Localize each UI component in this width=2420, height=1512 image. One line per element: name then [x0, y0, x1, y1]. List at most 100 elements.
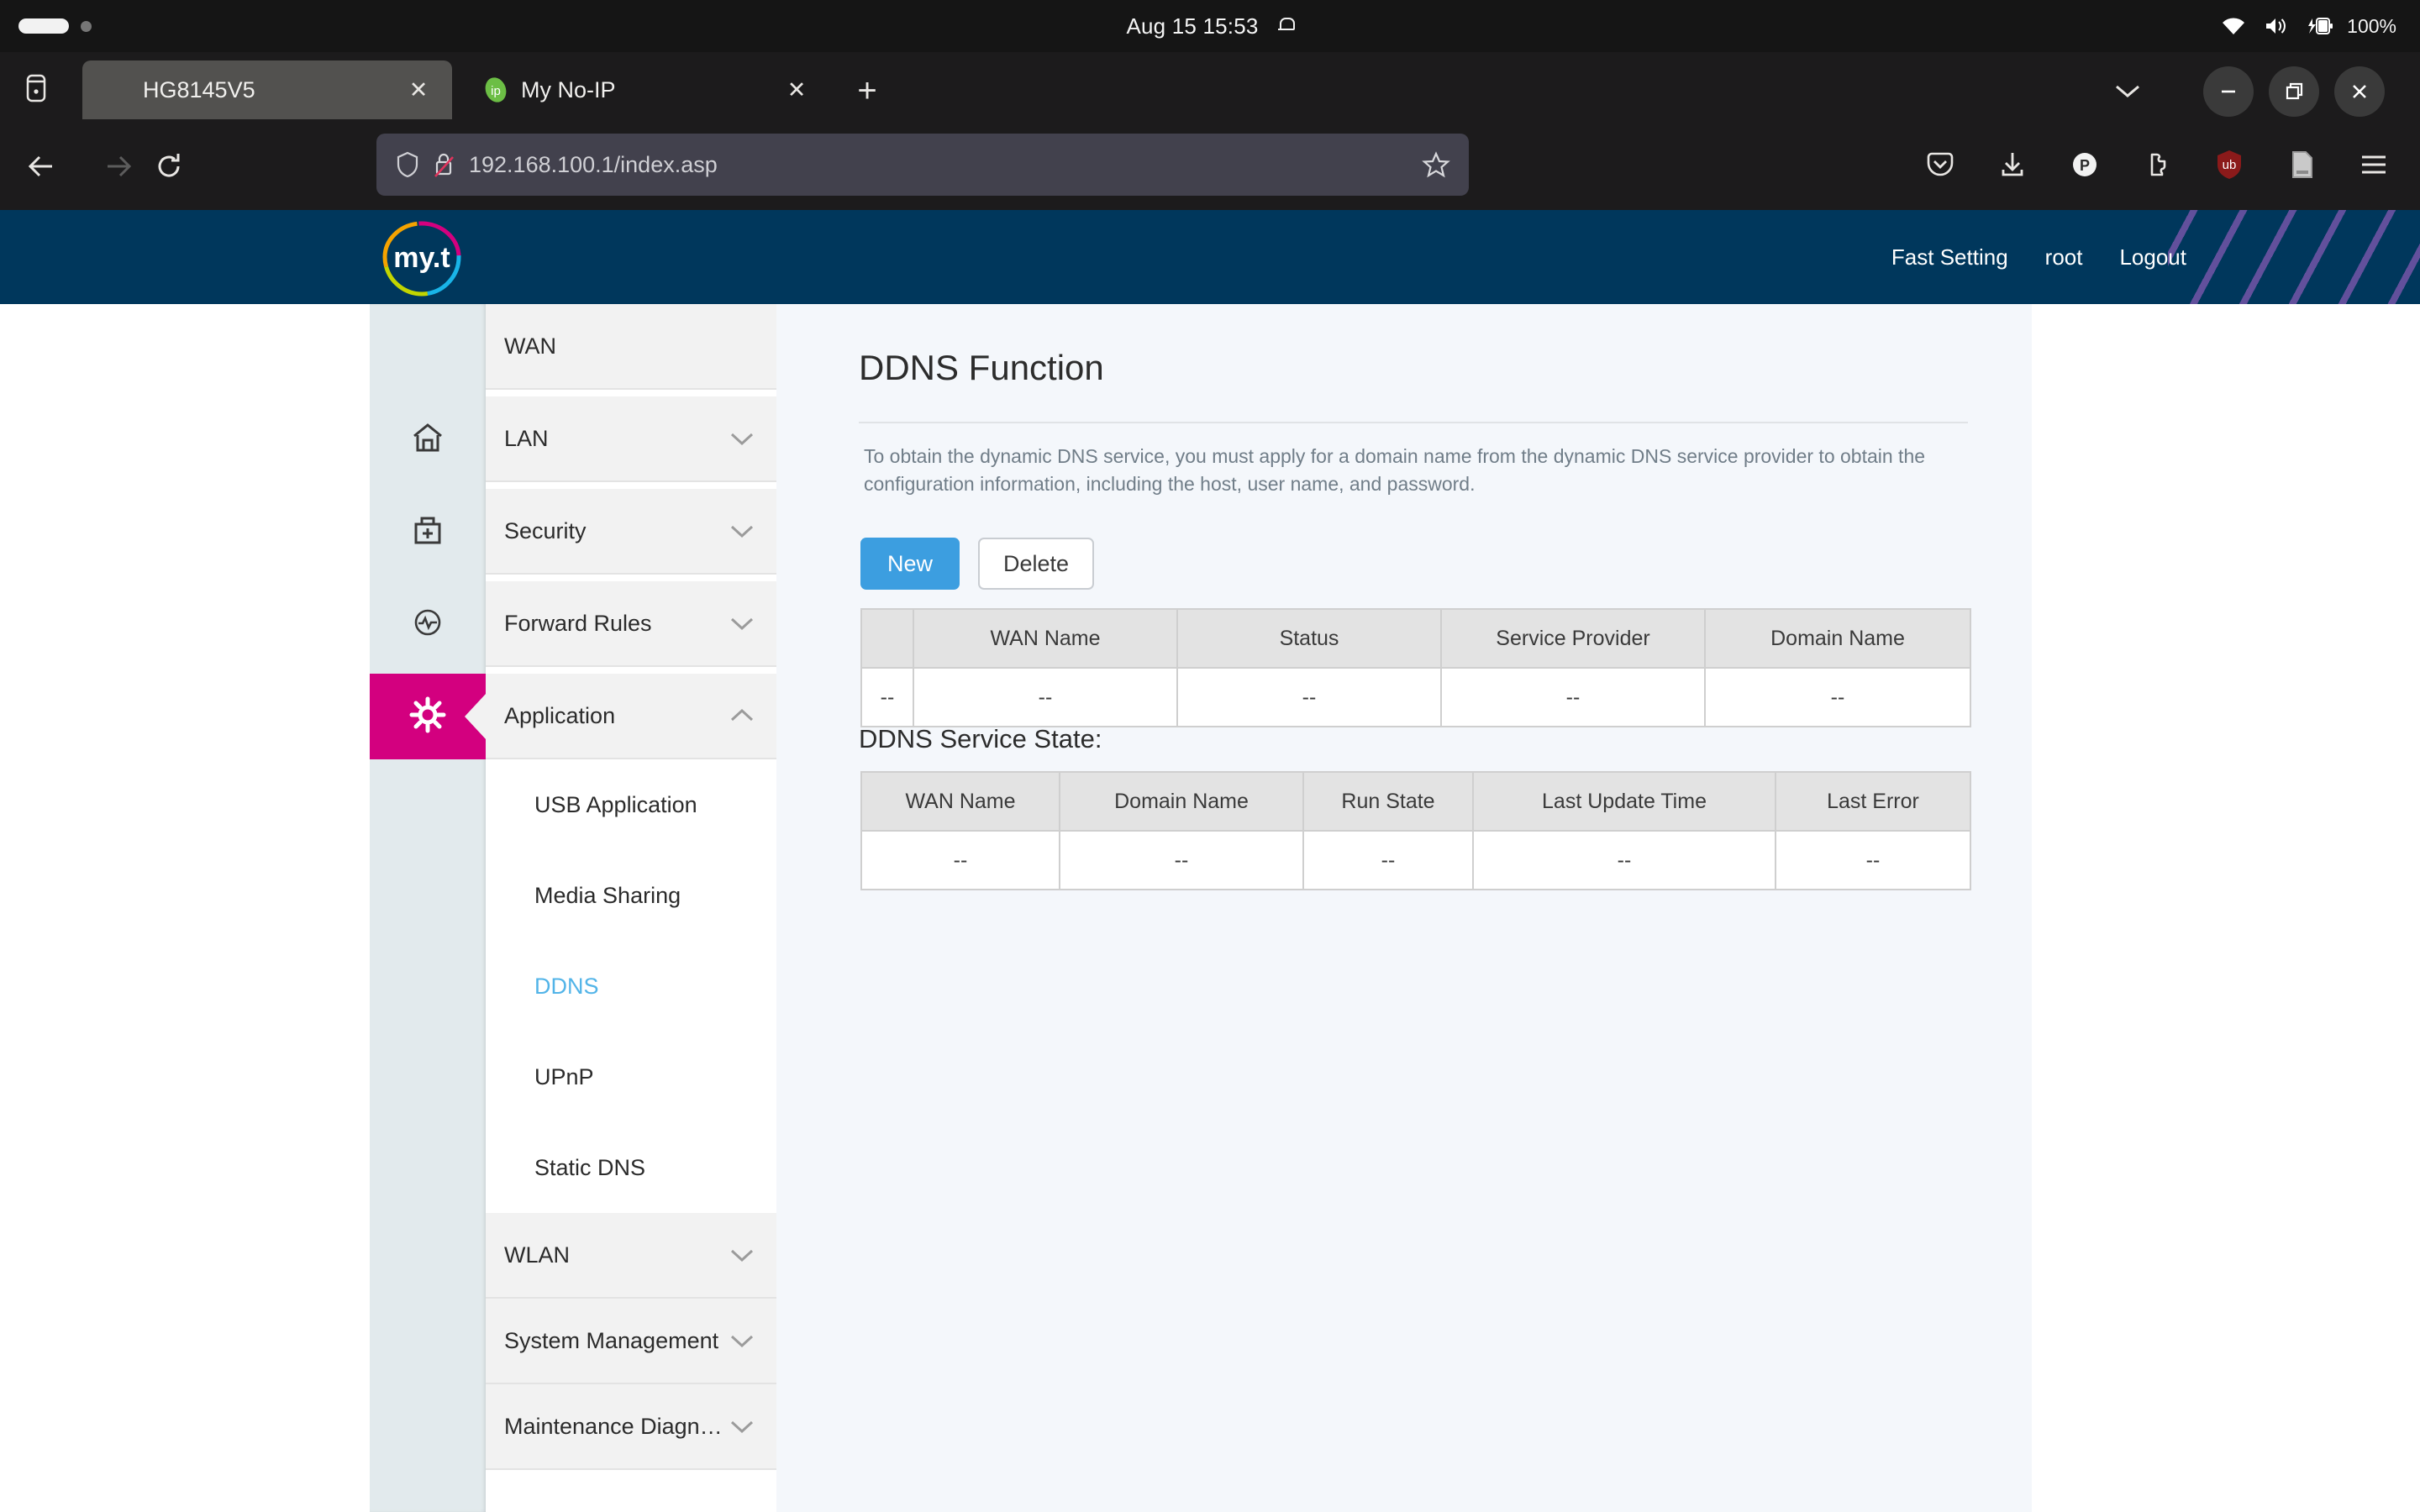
chevron-down-icon [729, 1333, 755, 1348]
title-divider [859, 422, 1968, 423]
lock-warning-icon[interactable] [432, 150, 455, 179]
column-header-service-provider: Service Provider [1440, 608, 1706, 669]
chevron-down-icon [729, 1419, 755, 1434]
header-link-logout[interactable]: Logout [2119, 244, 2186, 270]
extensions-puzzle-icon[interactable] [2136, 144, 2178, 186]
sidebar-icon-cell-forward-rules [370, 581, 486, 667]
sidebar-subitem-label: USB Application [534, 791, 697, 817]
sidebar-item-label: Security [504, 517, 587, 543]
tab-close-icon[interactable]: ✕ [400, 71, 437, 108]
window-maximize-button[interactable] [2269, 66, 2319, 117]
ddns-entries-table: WAN Name Status Service Provider Domain … [860, 608, 1971, 727]
table-header-row: WAN Name Status Service Provider Domain … [860, 608, 1971, 669]
tab-close-icon[interactable]: ✕ [778, 71, 815, 108]
chevron-up-icon [729, 708, 755, 723]
sidebar-icon-cell-security [370, 489, 486, 575]
main-content: DDNS Function To obtain the dynamic DNS … [776, 304, 2032, 1512]
sidebar-subitem-ddns[interactable]: DDNS [486, 941, 776, 1032]
sidebar-item-application[interactable]: Application [370, 674, 776, 759]
chevron-down-icon [729, 616, 755, 631]
myt-logo[interactable]: my.t [376, 218, 467, 299]
tab-strip: HG8145V5 ✕ ip My No-IP ✕ + [0, 52, 2420, 122]
tab-favicon-blank [104, 76, 131, 103]
cell-service-provider: -- [1440, 667, 1706, 727]
url-text: 192.168.100.1/index.asp [469, 151, 718, 177]
svg-text:ub: ub [2223, 158, 2237, 172]
chevron-down-icon [729, 1247, 755, 1263]
new-tab-button[interactable]: + [847, 71, 887, 111]
sidebar-subitem-static-dns[interactable]: Static DNS [486, 1122, 776, 1213]
browser-tab[interactable]: ip My No-IP ✕ [460, 60, 830, 119]
sidebar-item-label: Maintenance Diagno... [504, 1413, 729, 1439]
battery-icon[interactable] [2305, 15, 2333, 37]
battery-percent-label: 100% [2347, 14, 2396, 37]
table-row[interactable]: -- -- -- -- -- [860, 667, 1971, 727]
sidebar-item-label: Application [504, 702, 616, 728]
column-header-domain-name: Domain Name [1704, 608, 1971, 669]
sidebar-icon-cell-system-management [370, 1299, 486, 1384]
delete-button[interactable]: Delete [978, 538, 1095, 590]
sidebar-item-lan[interactable]: LAN [370, 396, 776, 482]
os-bar-center-group: Aug 15 15:53 [0, 0, 2420, 52]
address-bar[interactable]: 192.168.100.1/index.asp [376, 134, 1469, 196]
home-icon [408, 417, 448, 462]
sidebar-icon-wan [370, 304, 486, 390]
column-header-wan-name: WAN Name [860, 771, 1060, 832]
page-title: DDNS Function [859, 348, 1104, 387]
clock-label: Aug 15 15:53 [1126, 13, 1259, 39]
header-link-fast-setting[interactable]: Fast Setting [1891, 244, 2008, 270]
sidebar-icon-cell-lan [370, 396, 486, 482]
browser-tab[interactable]: HG8145V5 ✕ [82, 60, 452, 119]
intro-description: To obtain the dynamic DNS service, you m… [864, 445, 1926, 495]
svg-text:P: P [2080, 157, 2090, 174]
cell-wan-name: -- [913, 667, 1178, 727]
volume-icon[interactable] [2263, 15, 2288, 37]
forward-arrow-icon [92, 140, 145, 192]
noip-icon: ip [482, 76, 509, 103]
browser-chrome: HG8145V5 ✕ ip My No-IP ✕ + 192.168.100.1… [0, 52, 2420, 210]
wifi-icon[interactable] [2221, 16, 2246, 36]
sidebar-item-security[interactable]: Security [370, 489, 776, 575]
sidebar-subitem-media-sharing[interactable]: Media Sharing [486, 850, 776, 941]
sidebar-item-wlan[interactable]: WLAN [370, 1213, 776, 1299]
app-menu-icon[interactable] [2353, 144, 2395, 186]
gear-icon [406, 693, 450, 741]
sidebar-subitem-upnp[interactable]: UPnP [486, 1032, 776, 1122]
proton-pass-icon[interactable]: P [2064, 144, 2106, 186]
router-admin-page: my.t Fast Setting root Logout WAN LAN Se… [0, 210, 2420, 1512]
sidebar-item-forward-rules[interactable]: Forward Rules [370, 581, 776, 667]
tab-title: HG8145V5 [143, 76, 255, 102]
cell-domain-name: -- [1059, 830, 1304, 890]
tab-title: My No-IP [521, 76, 616, 102]
cell-select[interactable]: -- [860, 667, 914, 727]
window-minimize-button[interactable] [2203, 66, 2254, 117]
shield-icon[interactable] [395, 150, 420, 179]
cell-last-update-time: -- [1472, 830, 1776, 890]
cell-last-error: -- [1775, 830, 1971, 890]
browser-toolbar-icons: P ub [1919, 134, 2395, 196]
firefox-sidebar-toggle-icon[interactable] [12, 63, 60, 112]
sidebar-icon-cell-application [370, 674, 486, 759]
sidebar-item-maintenance-diagnosis[interactable]: Maintenance Diagno... [370, 1384, 776, 1470]
cell-status: -- [1176, 667, 1442, 727]
list-all-tabs-chevron-down-icon[interactable] [2106, 69, 2149, 113]
pocket-icon[interactable] [1919, 144, 1961, 186]
reader-mode-icon[interactable] [2281, 144, 2323, 186]
bookmark-star-icon[interactable] [1422, 150, 1450, 179]
column-header-select[interactable] [860, 608, 914, 669]
new-button[interactable]: New [860, 538, 960, 590]
first-aid-kit-icon [408, 510, 448, 554]
window-close-button[interactable] [2334, 66, 2385, 117]
column-header-wan-name: WAN Name [913, 608, 1178, 669]
download-icon[interactable] [1991, 144, 2033, 186]
bell-icon[interactable] [1277, 16, 1295, 36]
back-arrow-icon[interactable] [15, 140, 67, 192]
sidebar-item-wan[interactable]: WAN [370, 304, 776, 390]
ddns-service-state-heading: DDNS Service State: [859, 724, 1102, 753]
reload-icon[interactable] [143, 140, 195, 192]
sidebar-item-system-management[interactable]: System Management [370, 1299, 776, 1384]
cell-domain-name: -- [1704, 667, 1971, 727]
ublock-origin-icon[interactable]: ub [2208, 144, 2250, 186]
sidebar-subitem-usb-application[interactable]: USB Application [486, 759, 776, 850]
header-link-user[interactable]: root [2045, 244, 2083, 270]
